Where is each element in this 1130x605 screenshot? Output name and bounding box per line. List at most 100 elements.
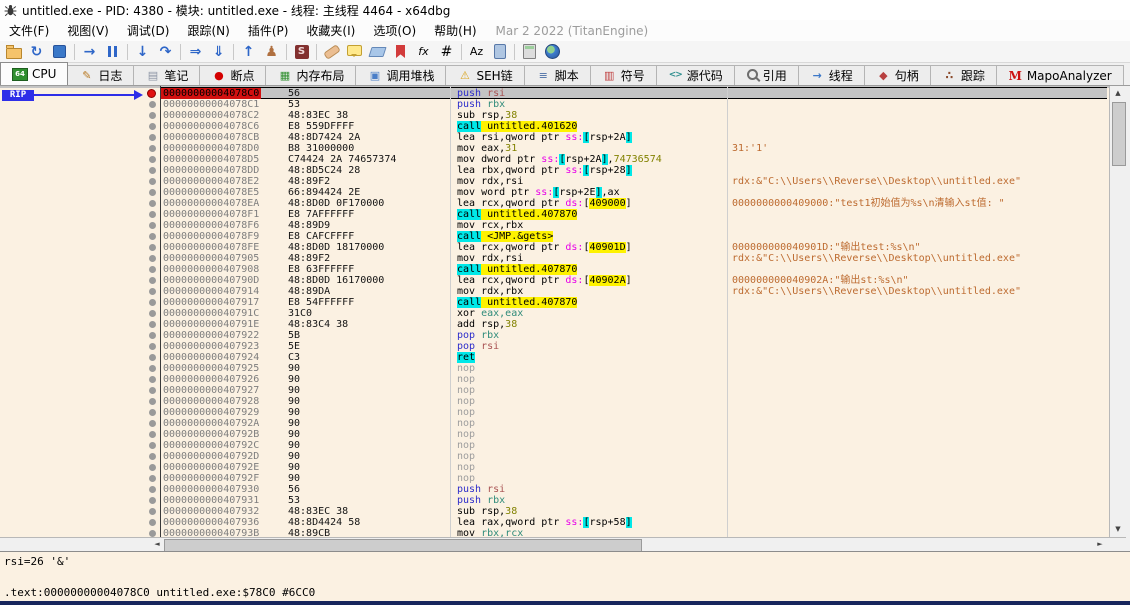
disasm-row[interactable]: 0000000000407908E8 63FFFFFFcall untitled…	[0, 264, 1109, 275]
patch-button[interactable]	[320, 42, 343, 62]
instruction-bullet[interactable]	[149, 266, 156, 273]
tab-source[interactable]: <>源代码	[656, 65, 735, 85]
instruction-bullet[interactable]	[149, 431, 156, 438]
tab-log[interactable]: ✎日志	[67, 65, 134, 85]
instruction-bullet[interactable]	[149, 101, 156, 108]
instruction-bullet[interactable]	[149, 145, 156, 152]
disasm-row[interactable]: 00000000004079235Epop rsi	[0, 341, 1109, 352]
skip-exceptions-button[interactable]: S	[290, 42, 313, 62]
goto-user-code-button[interactable]: ♟	[260, 42, 283, 62]
step-into-button[interactable]: ↓	[131, 42, 154, 62]
tab-references[interactable]: 引用	[734, 65, 799, 85]
disasm-row[interactable]: 00000000004078C6E8 559DFFFFcall untitled…	[0, 121, 1109, 132]
disasm-row[interactable]: 000000000040792A90nop	[0, 418, 1109, 429]
menu-item[interactable]: 调试(D)	[118, 20, 179, 41]
disasm-row[interactable]: 00000000004078E566:894424 2Emov word ptr…	[0, 187, 1109, 198]
menu-item[interactable]: 帮助(H)	[425, 20, 485, 41]
disasm-row[interactable]: 000000000040792590nop	[0, 363, 1109, 374]
instruction-bullet[interactable]	[149, 156, 156, 163]
open-file-button[interactable]	[2, 42, 25, 62]
instruction-bullet[interactable]	[149, 464, 156, 471]
breakpoint-bullet[interactable]	[147, 89, 156, 98]
instruction-bullet[interactable]	[149, 233, 156, 240]
disasm-row[interactable]: 000000000040793248:83EC 38sub rsp,38	[0, 506, 1109, 517]
disasm-row[interactable]: 000000000040793153push rbx	[0, 495, 1109, 506]
horizontal-scrollbar[interactable]: ◄ ►	[0, 537, 1126, 551]
disasm-row[interactable]: 000000000040792790nop	[0, 385, 1109, 396]
disasm-row[interactable]: 000000000040792690nop	[0, 374, 1109, 385]
instruction-bullet[interactable]	[149, 398, 156, 405]
instruction-bullet[interactable]	[149, 255, 156, 262]
instruction-bullet[interactable]	[149, 497, 156, 504]
disasm-row[interactable]: 000000000040793648:8D4424 58lea rax,qwor…	[0, 517, 1109, 528]
disasm-row[interactable]: 000000000040790D48:8D0D 16170000lea rcx,…	[0, 275, 1109, 286]
instruction-bullet[interactable]	[149, 288, 156, 295]
run-button[interactable]: →	[78, 42, 101, 62]
disasm-row[interactable]: 00000000004078C248:83EC 38sub rsp,38	[0, 110, 1109, 121]
instruction-bullet[interactable]	[149, 453, 156, 460]
instruction-bullet[interactable]	[149, 299, 156, 306]
instruction-bullet[interactable]	[149, 365, 156, 372]
bookmark-button[interactable]	[389, 42, 412, 62]
vertical-scrollbar[interactable]: ▲ ▼	[1109, 86, 1126, 537]
disasm-row[interactable]: 000000000040792C90nop	[0, 440, 1109, 451]
disasm-row[interactable]: 00000000004078DD48:8D5C24 28lea rbx,qwor…	[0, 165, 1109, 176]
disasm-row[interactable]: 000000000040792B90nop	[0, 429, 1109, 440]
tab-symbols[interactable]: ▥符号	[590, 65, 657, 85]
step-over-button[interactable]: ↷	[154, 42, 177, 62]
disasm-row[interactable]: 0000000000407924C3ret	[0, 352, 1109, 363]
device-button[interactable]	[488, 42, 511, 62]
disasm-row[interactable]: 000000000040791C31C0xor eax,eax	[0, 308, 1109, 319]
tab-memory-map[interactable]: ▦内存布局	[265, 65, 356, 85]
tab-seh[interactable]: ⚠SEH链	[445, 65, 524, 85]
instruction-bullet[interactable]	[149, 409, 156, 416]
run-to-user-code-button[interactable]: ⇓	[207, 42, 230, 62]
comment-button[interactable]	[343, 42, 366, 62]
hash-button[interactable]: #	[435, 42, 458, 62]
disasm-row[interactable]: 000000000040790548:89F2mov rdx,rsirdx:&"…	[0, 253, 1109, 264]
restart-button[interactable]: ↻	[25, 42, 48, 62]
globe-button[interactable]	[541, 42, 564, 62]
tab-threads[interactable]: →线程	[798, 65, 865, 85]
instruction-bullet[interactable]	[149, 376, 156, 383]
instruction-bullet[interactable]	[149, 486, 156, 493]
disasm-row[interactable]: 00000000004079225Bpop rbx	[0, 330, 1109, 341]
instruction-bullet[interactable]	[149, 530, 156, 537]
instruction-bullet[interactable]	[149, 387, 156, 394]
stop-button[interactable]	[48, 42, 71, 62]
disasm-row[interactable]: 00000000004078FE48:8D0D 18170000lea rcx,…	[0, 242, 1109, 253]
instruction-bullet[interactable]	[149, 167, 156, 174]
disasm-row[interactable]: 00000000004078F9E8 CAFCFFFFcall <JMP.&ge…	[0, 231, 1109, 242]
instruction-bullet[interactable]	[149, 420, 156, 427]
disasm-row[interactable]: 000000000040792990nop	[0, 407, 1109, 418]
disasm-row[interactable]: 00000000004078F1E8 7AFFFFFFcall untitled…	[0, 209, 1109, 220]
scroll-down-icon[interactable]: ▼	[1110, 522, 1126, 537]
function-button[interactable]: fx	[412, 42, 435, 62]
instruction-bullet[interactable]	[149, 178, 156, 185]
case-button[interactable]: Az	[465, 42, 488, 62]
pause-button[interactable]	[101, 42, 124, 62]
menu-item[interactable]: 文件(F)	[0, 20, 58, 41]
run-to-cursor-button[interactable]: ⇒	[184, 42, 207, 62]
instruction-bullet[interactable]	[149, 222, 156, 229]
horizontal-scroll-track[interactable]: ◄ ►	[150, 538, 1107, 551]
disasm-row[interactable]: 0000000000407917E8 54FFFFFFcall untitled…	[0, 297, 1109, 308]
instruction-bullet[interactable]	[149, 343, 156, 350]
instruction-bullet[interactable]	[149, 508, 156, 515]
menu-item[interactable]: 视图(V)	[58, 20, 118, 41]
label-button[interactable]	[366, 42, 389, 62]
scroll-right-icon[interactable]: ►	[1093, 538, 1107, 551]
menu-item[interactable]: 跟踪(N)	[178, 20, 238, 41]
disasm-row[interactable]: 000000000040791448:89DAmov rdx,rbxrdx:&"…	[0, 286, 1109, 297]
tab-mapo[interactable]: MMapoAnalyzer	[996, 65, 1124, 85]
instruction-bullet[interactable]	[149, 519, 156, 526]
disasm-row[interactable]: 00000000004078D5C74424 2A 74657374mov dw…	[0, 154, 1109, 165]
disasm-row[interactable]: 000000000040792890nop	[0, 396, 1109, 407]
instruction-bullet[interactable]	[149, 112, 156, 119]
menu-item[interactable]: 收藏夹(I)	[297, 20, 364, 41]
instruction-bullet[interactable]	[149, 200, 156, 207]
instruction-bullet[interactable]	[149, 189, 156, 196]
menu-item[interactable]: 插件(P)	[239, 20, 298, 41]
instruction-bullet[interactable]	[149, 277, 156, 284]
tab-handles[interactable]: ◆句柄	[864, 65, 931, 85]
